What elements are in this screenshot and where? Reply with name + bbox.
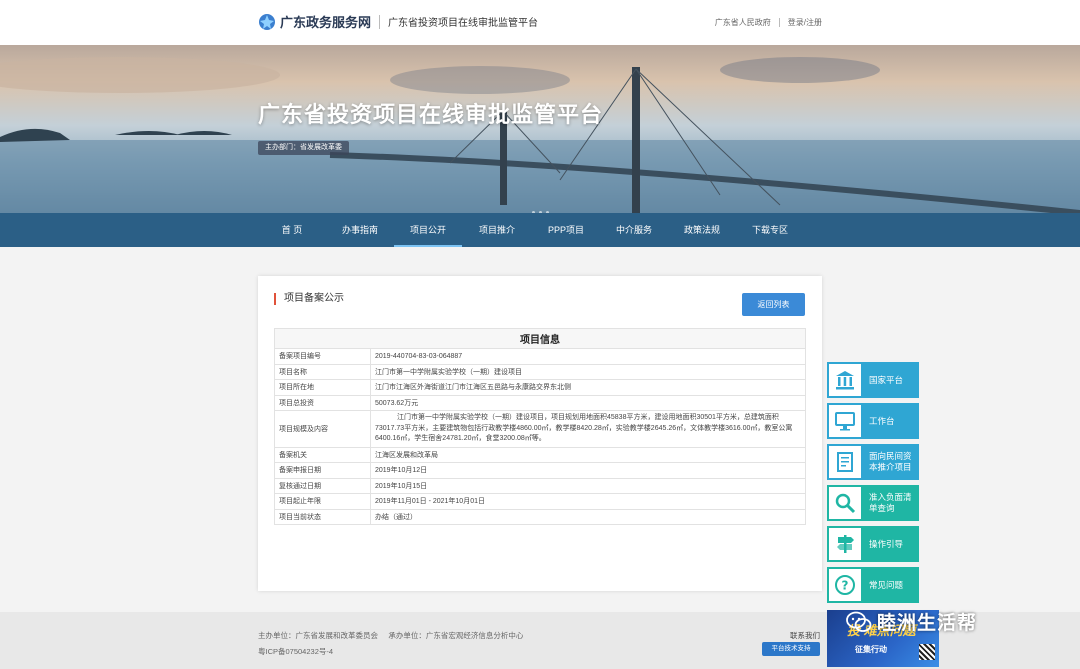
bridge-tower — [632, 67, 640, 213]
side-item-operation-guide[interactable]: 操作引导 — [827, 526, 919, 562]
bank-icon — [829, 364, 861, 396]
cloud — [390, 66, 570, 94]
magnifier-icon — [829, 487, 861, 519]
row-value: 江海区发展和改革局 — [370, 446, 806, 463]
nav-item-agency[interactable]: 中介服务 — [600, 213, 668, 247]
nav-item-policy[interactable]: 政策法规 — [668, 213, 736, 247]
row-key: 项目起止年限 — [274, 493, 371, 510]
side-item-negative-list[interactable]: 准入负面清单查询 — [827, 485, 919, 521]
site-logo-icon — [259, 13, 275, 30]
side-item-label: 国家平台 — [869, 374, 904, 385]
nav-items: 首 页 办事指南 项目公开 项目推介 PPP项目 中介服务 政策法规 下载专区 — [258, 213, 822, 247]
signpost-icon — [829, 528, 861, 560]
table-row: 备案项目编号 2019-440704-83-03-064887 — [274, 348, 806, 365]
table-row: 备案机关 江海区发展和改革局 — [274, 446, 806, 463]
footer-contractor: 承办单位：广东省宏观经济信息分析中心 — [388, 631, 524, 640]
side-item-label: 常见问题 — [869, 579, 904, 590]
table-row: 项目所在地 江门市江海区外海街道江门市江海区五邑路与永康路交界东北侧 — [274, 379, 806, 396]
island — [115, 131, 180, 135]
row-key: 备案项目编号 — [274, 348, 371, 365]
watermark-text: 睦洲生活帮 — [877, 613, 978, 634]
monitor-icon — [829, 405, 861, 437]
logo-divider — [379, 14, 381, 29]
row-key: 项目所在地 — [274, 379, 371, 396]
gov-link[interactable]: 广东省人民政府 — [715, 17, 771, 28]
top-bar: 广东政务服务网 广东省投资项目在线审批监管平台 广东省人民政府 登录/注册 — [0, 0, 1080, 45]
nav-item-project-promo[interactable]: 项目推介 — [462, 213, 532, 247]
record-card: 项目备案公示 返回列表 项目信息 备案项目编号 2019-440704-83-0… — [258, 276, 822, 591]
question-icon: ? — [829, 569, 861, 601]
row-key: 项目名称 — [274, 363, 371, 380]
table-row: 项目规模及内容 江门市第一中学附属实验学校（一期）建设项目，项目规划用地面积45… — [274, 410, 806, 448]
row-value: 江门市第一中学附属实验学校（一期）建设项目，项目规划用地面积45838平方米，建… — [370, 410, 806, 448]
top-links: 广东省人民政府 登录/注册 — [715, 17, 822, 28]
row-value: 江门市江海区外海街道江门市江海区五邑路与永康路交界东北侧 — [370, 379, 806, 396]
svg-text:?: ? — [842, 579, 849, 593]
table-row: 备案申报日期 2019年10月12日 — [274, 462, 806, 479]
row-value: 江门市第一中学附属实验学校（一期）建设项目 — [370, 363, 806, 380]
nav-item-download[interactable]: 下载专区 — [736, 213, 804, 247]
side-item-national-platform[interactable]: 国家平台 — [827, 362, 919, 398]
nav-item-guide[interactable]: 办事指南 — [326, 213, 394, 247]
cloud — [0, 57, 280, 93]
footer-organizer: 主办单位：广东省发展和改革委员会 — [258, 631, 378, 640]
table-row: 复核通过日期 2019年10月15日 — [274, 477, 806, 494]
table-row: 项目名称 江门市第一中学附属实验学校（一期）建设项目 — [274, 363, 806, 380]
row-key: 项目当前状态 — [274, 508, 371, 525]
link-divider — [778, 18, 780, 27]
document-icon — [829, 446, 861, 478]
cloud — [720, 57, 880, 83]
login-link[interactable]: 登录/注册 — [788, 17, 822, 28]
table-title: 项目信息 — [274, 328, 806, 349]
side-toolbar: 国家平台 工作台 面向民间资本推介项目 准入负面清单查询 操作引导 ? 常见问题 — [827, 362, 919, 608]
nav-item-ppp[interactable]: PPP项目 — [532, 213, 600, 247]
row-value: 2019年11月01日 - 2021年10月01日 — [370, 493, 806, 510]
table-row: 项目当前状态 办结（通过） — [274, 508, 806, 525]
row-value: 2019年10月12日 — [370, 462, 806, 479]
side-item-label: 面向民间资本推介项目 — [869, 451, 912, 472]
row-key: 备案申报日期 — [274, 462, 371, 479]
back-to-list-button[interactable]: 返回列表 — [742, 293, 805, 316]
row-value: 50073.62万元 — [370, 394, 806, 411]
footer-icp[interactable]: 粤ICP备07504232号-4 — [258, 646, 333, 657]
island — [175, 131, 232, 135]
qr-code-icon — [919, 644, 935, 660]
row-value: 办结（通过） — [370, 508, 806, 525]
side-item-label: 操作引导 — [869, 538, 904, 549]
row-value: 2019年10月15日 — [370, 477, 806, 494]
promo-sub-text: 征集行动 — [855, 645, 887, 654]
main-nav: 首 页 办事指南 项目公开 项目推介 PPP项目 中介服务 政策法规 下载专区 — [0, 213, 1080, 247]
bridge-scene — [0, 57, 1080, 213]
banner-title: 广东省投资项目在线审批监管平台 — [258, 102, 604, 127]
side-item-label: 工作台 — [869, 415, 895, 426]
site-logo[interactable]: 广东政务服务网 广东省投资项目在线审批监管平台 — [258, 12, 538, 31]
row-value: 2019-440704-83-03-064887 — [370, 348, 806, 365]
side-item-private-capital[interactable]: 面向民间资本推介项目 — [827, 444, 919, 480]
project-info-table: 项目信息 备案项目编号 2019-440704-83-03-064887 项目名… — [274, 328, 806, 525]
side-item-label: 准入负面清单查询 — [869, 492, 912, 513]
row-key: 项目总投资 — [274, 394, 371, 411]
side-item-workbench[interactable]: 工作台 — [827, 403, 919, 439]
card-title: 项目备案公示 — [274, 293, 344, 305]
side-item-faq[interactable]: ? 常见问题 — [827, 567, 919, 603]
island — [0, 128, 70, 142]
platform-name: 广东省投资项目在线审批监管平台 — [388, 18, 539, 29]
row-key: 备案机关 — [274, 446, 371, 463]
tech-support-badge[interactable]: 平台技术支持 — [762, 642, 820, 656]
organizer-badge: 主办部门：省发展改革委 — [258, 141, 349, 155]
nav-item-home[interactable]: 首 页 — [258, 213, 326, 247]
site-name: 广东政务服务网 — [280, 15, 372, 30]
table-row: 项目起止年限 2019年11月01日 - 2021年10月01日 — [274, 493, 806, 510]
nav-item-project-public[interactable]: 项目公开 — [394, 213, 462, 247]
footer-organizers: 主办单位：广东省发展和改革委员会 承办单位：广东省宏观经济信息分析中心 — [258, 630, 523, 641]
wechat-icon — [846, 611, 872, 632]
wechat-watermark: 睦洲生活帮 — [846, 608, 977, 635]
row-key: 项目规模及内容 — [274, 410, 371, 448]
table-row: 项目总投资 50073.62万元 — [274, 394, 806, 411]
row-key: 复核通过日期 — [274, 477, 371, 494]
contact-us-link[interactable]: 联系我们 — [790, 630, 820, 641]
hero-banner: 广东省投资项目在线审批监管平台 主办部门：省发展改革委 — [0, 45, 1080, 213]
